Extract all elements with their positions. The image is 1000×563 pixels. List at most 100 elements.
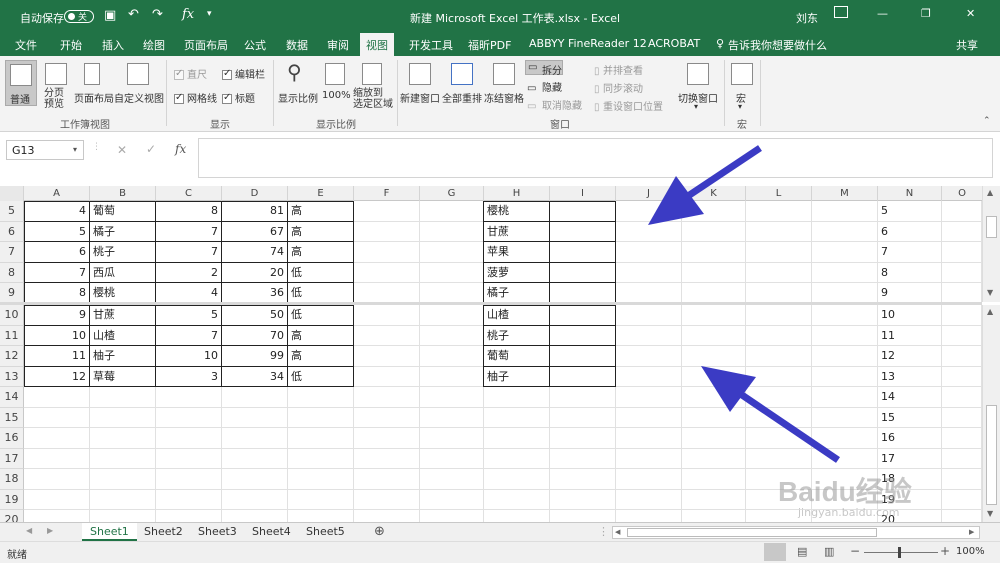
arrange-all-button[interactable]: 全部重排: [442, 60, 482, 106]
cell-f[interactable]: [354, 346, 420, 367]
cell-i[interactable]: [550, 469, 616, 490]
cell-m[interactable]: [812, 305, 878, 326]
col-header-h[interactable]: H: [484, 186, 550, 201]
tell-me-search[interactable]: 告诉我你想要做什么: [728, 37, 827, 53]
cell-k[interactable]: [682, 221, 746, 242]
unhide-window-button[interactable]: ▭ 取消隐藏: [527, 97, 582, 112]
cell-h[interactable]: 葡萄: [484, 346, 550, 367]
tab-file[interactable]: 文件: [15, 37, 37, 53]
cell-o[interactable]: [942, 366, 982, 387]
cell-g[interactable]: [420, 305, 484, 326]
zoom-level[interactable]: 100%: [956, 546, 985, 557]
zoom-slider[interactable]: [864, 552, 938, 553]
cell-a[interactable]: [24, 448, 90, 469]
row-header[interactable]: 6: [0, 221, 24, 242]
row-header[interactable]: 15: [0, 407, 24, 428]
cell-d[interactable]: 36: [222, 283, 288, 302]
cell-c[interactable]: [156, 448, 222, 469]
cell-k[interactable]: [682, 201, 746, 222]
cell-m[interactable]: [812, 448, 878, 469]
cell-o[interactable]: [942, 325, 982, 346]
cell-g[interactable]: [420, 346, 484, 367]
cell-e[interactable]: [288, 489, 354, 510]
cell-e[interactable]: [288, 387, 354, 408]
cell-g[interactable]: [420, 469, 484, 490]
cell-n[interactable]: 16: [878, 428, 942, 449]
cell-l[interactable]: [746, 305, 812, 326]
vertical-scrollbar-top[interactable]: ▲ ▼: [982, 186, 1000, 302]
row-header[interactable]: 13: [0, 366, 24, 387]
cell-g[interactable]: [420, 510, 484, 522]
cell-o[interactable]: [942, 305, 982, 326]
grid-pane-bottom[interactable]: 10 9 甘蔗 5 50 低山楂 10 11 10 山楂 7 70 高桃子 11 12 11 柚子 10 99 高葡萄…: [0, 305, 982, 522]
col-header-a[interactable]: A: [24, 186, 90, 201]
cell-d[interactable]: [222, 407, 288, 428]
row-header[interactable]: 7: [0, 242, 24, 263]
col-header-g[interactable]: G: [420, 186, 484, 201]
cell-e[interactable]: [288, 428, 354, 449]
cell-o[interactable]: [942, 221, 982, 242]
cell-c[interactable]: 7: [156, 325, 222, 346]
cell-b[interactable]: [90, 489, 156, 510]
cell-n[interactable]: 18: [878, 469, 942, 490]
cell-l[interactable]: [746, 262, 812, 283]
cell-g[interactable]: [420, 407, 484, 428]
row-header[interactable]: 5: [0, 201, 24, 222]
add-sheet-icon[interactable]: ⊕: [374, 524, 385, 539]
restore-button[interactable]: ❐: [921, 7, 931, 20]
cell-h[interactable]: 柚子: [484, 366, 550, 387]
cell-e[interactable]: 低: [288, 366, 354, 387]
cell-b[interactable]: [90, 469, 156, 490]
cell-a[interactable]: 8: [24, 283, 90, 302]
cell-a[interactable]: 5: [24, 221, 90, 242]
page-layout-view-button[interactable]: 页面布局: [74, 60, 114, 106]
cell-e[interactable]: 高: [288, 325, 354, 346]
gridlines-checkbox[interactable]: 网格线: [174, 90, 217, 105]
cell-h[interactable]: 山楂: [484, 305, 550, 326]
formula-bar-checkbox[interactable]: 编辑栏: [222, 66, 265, 81]
cell-a[interactable]: [24, 387, 90, 408]
col-header-i[interactable]: I: [550, 186, 616, 201]
cell-d[interactable]: [222, 387, 288, 408]
cell-j[interactable]: [616, 489, 682, 510]
cell-e[interactable]: [288, 448, 354, 469]
cell-a[interactable]: 4: [24, 201, 90, 222]
cell-i[interactable]: [550, 242, 616, 263]
zoom-button[interactable]: ⚲ 显示比例: [278, 60, 318, 106]
cell-c[interactable]: 4: [156, 283, 222, 302]
cell-c[interactable]: 3: [156, 366, 222, 387]
cell-d[interactable]: [222, 428, 288, 449]
insert-function-icon[interactable]: fx: [175, 142, 186, 156]
cell-h[interactable]: [484, 387, 550, 408]
cell-n[interactable]: 17: [878, 448, 942, 469]
cell-o[interactable]: [942, 407, 982, 428]
normal-view-button[interactable]: 普通: [5, 60, 37, 106]
tab-view[interactable]: 视图: [360, 33, 394, 56]
cell-i[interactable]: [550, 305, 616, 326]
cell-i[interactable]: [550, 221, 616, 242]
cell-l[interactable]: [746, 283, 812, 302]
cell-k[interactable]: [682, 366, 746, 387]
cell-n[interactable]: 11: [878, 325, 942, 346]
cell-g[interactable]: [420, 242, 484, 263]
cell-k[interactable]: [682, 387, 746, 408]
ribbon-display-icon[interactable]: [834, 6, 848, 18]
cell-e[interactable]: 高: [288, 242, 354, 263]
cell-n[interactable]: 15: [878, 407, 942, 428]
cell-a[interactable]: 10: [24, 325, 90, 346]
row-header[interactable]: 19: [0, 489, 24, 510]
cell-m[interactable]: [812, 325, 878, 346]
split-button[interactable]: ▭ 拆分: [525, 60, 563, 77]
macros-button[interactable]: 宏 ▾: [729, 60, 755, 112]
cell-i[interactable]: [550, 489, 616, 510]
col-header-d[interactable]: D: [222, 186, 288, 201]
cell-n[interactable]: 6: [878, 221, 942, 242]
cell-h[interactable]: 菠萝: [484, 262, 550, 283]
cell-a[interactable]: 6: [24, 242, 90, 263]
cell-k[interactable]: [682, 242, 746, 263]
cell-b[interactable]: 柚子: [90, 346, 156, 367]
zoom-100-button[interactable]: 100%: [321, 60, 351, 106]
tab-acrobat[interactable]: ACROBAT: [648, 37, 700, 50]
cell-l[interactable]: [746, 428, 812, 449]
zoom-out-icon[interactable]: −: [850, 544, 860, 558]
